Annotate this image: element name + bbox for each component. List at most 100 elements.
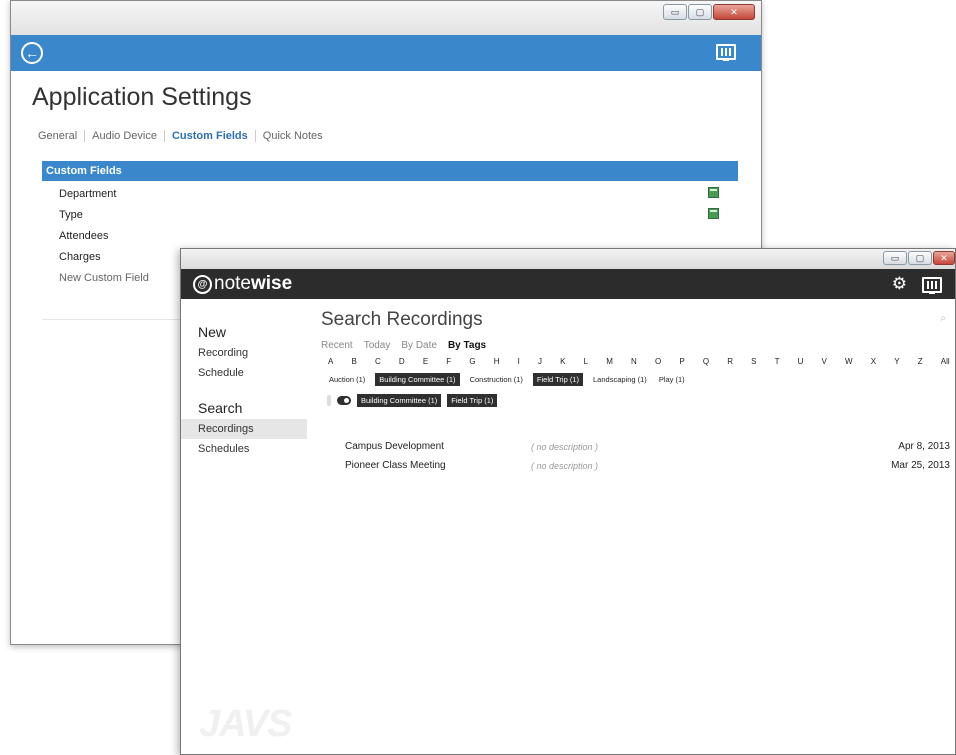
result-name: Campus Development <box>345 441 444 452</box>
app-header: @ notewise ⚙ <box>181 269 955 299</box>
field-row-type[interactable]: Type <box>59 208 739 229</box>
letter-filter-t[interactable]: T <box>775 357 780 366</box>
maximize-button[interactable]: ▢ <box>908 251 932 265</box>
letter-filter-s[interactable]: S <box>751 357 756 366</box>
tab-quick-notes[interactable]: Quick Notes <box>263 130 330 142</box>
logo-text-suffix: wise <box>250 273 293 294</box>
tag-item[interactable]: Building Committee (1) <box>375 373 460 386</box>
letter-filter-k[interactable]: K <box>560 357 565 366</box>
spreadsheet-icon[interactable] <box>708 187 719 198</box>
result-row[interactable]: Campus Development ( no description ) Ap… <box>345 439 950 458</box>
letter-filter-n[interactable]: N <box>631 357 637 366</box>
letter-filter-r[interactable]: R <box>727 357 733 366</box>
sidebar-item-schedules[interactable]: Schedules <box>181 439 307 459</box>
letter-filter-h[interactable]: H <box>494 357 500 366</box>
result-row[interactable]: Pioneer Class Meeting ( no description )… <box>345 458 950 477</box>
letter-filter-a[interactable]: A <box>328 357 333 366</box>
notewise-logo: @ notewise <box>193 273 292 295</box>
field-row-department[interactable]: Department <box>59 187 739 208</box>
field-label: Attendees <box>59 230 109 242</box>
at-sign-icon: @ <box>193 275 212 294</box>
toggle-switch[interactable] <box>337 396 351 405</box>
page-title: Search Recordings <box>321 309 483 330</box>
tab-audio-device[interactable]: Audio Device <box>92 130 165 142</box>
tab-recent[interactable]: Recent <box>321 340 353 351</box>
letter-filter-j[interactable]: J <box>538 357 542 366</box>
tab-by-tags[interactable]: By Tags <box>448 340 486 351</box>
result-name: Pioneer Class Meeting <box>345 460 446 471</box>
letter-filter-i[interactable]: I <box>518 357 520 366</box>
letter-filter-q[interactable]: Q <box>703 357 709 366</box>
minimize-button[interactable]: ▭ <box>663 4 687 20</box>
result-date: Apr 8, 2013 <box>898 441 950 452</box>
tag-item[interactable]: Play (1) <box>657 373 687 386</box>
maximize-button[interactable]: ▢ <box>688 4 712 20</box>
tag-item[interactable]: Landscaping (1) <box>591 373 649 386</box>
tag-list: Auction (1) Building Committee (1) Constru… <box>327 373 687 386</box>
result-date: Mar 25, 2013 <box>891 460 950 471</box>
sidebar-item-recording[interactable]: Recording <box>181 343 307 363</box>
logo-text-prefix: note <box>214 273 251 294</box>
field-label: Charges <box>59 251 101 263</box>
settings-header-bar: ← <box>11 35 761 71</box>
minimize-button[interactable]: ▭ <box>883 251 907 265</box>
tab-by-date[interactable]: By Date <box>401 340 437 351</box>
tab-custom-fields[interactable]: Custom Fields <box>172 130 256 142</box>
letter-filter-p[interactable]: P <box>679 357 684 366</box>
letter-filter-w[interactable]: W <box>845 357 853 366</box>
letter-filter-c[interactable]: C <box>375 357 381 366</box>
sidebar-item-recordings[interactable]: Recordings <box>181 419 307 439</box>
close-button[interactable]: ✕ <box>933 251 955 265</box>
filter-tabs: Recent Today By Date By Tags <box>321 340 486 351</box>
letter-filter-x[interactable]: X <box>871 357 876 366</box>
notewise-window: ▭ ▢ ✕ @ notewise ⚙ New Recording Schedule… <box>180 248 956 755</box>
tab-today[interactable]: Today <box>364 340 391 351</box>
letter-filter-y[interactable]: Y <box>894 357 899 366</box>
back-arrow-icon[interactable]: ← <box>21 42 43 64</box>
field-label: Department <box>59 188 117 200</box>
tag-item[interactable]: Construction (1) <box>468 373 525 386</box>
window-controls: ▭ ▢ ✕ <box>662 4 755 20</box>
letter-filter-e[interactable]: E <box>423 357 428 366</box>
collapse-handle[interactable] <box>327 395 331 406</box>
settings-tabs: General Audio Device Custom Fields Quick… <box>38 130 337 142</box>
window-titlebar: ▭ ▢ ✕ <box>11 1 761 35</box>
letter-filter-o[interactable]: O <box>655 357 661 366</box>
result-description: ( no description ) <box>531 461 599 471</box>
active-tag-filters: Building Committee (1) Field Trip (1) <box>327 394 498 407</box>
letter-filter-all[interactable]: All <box>941 357 950 366</box>
letter-filter-f[interactable]: F <box>446 357 451 366</box>
letter-filter-d[interactable]: D <box>399 357 405 366</box>
letter-filter-z[interactable]: Z <box>918 357 923 366</box>
window-titlebar: ▭ ▢ ✕ <box>181 249 955 269</box>
close-button[interactable]: ✕ <box>713 4 755 20</box>
active-tag-chip[interactable]: Field Trip (1) <box>447 394 498 407</box>
gear-icon[interactable]: ⚙ <box>892 275 907 293</box>
sidebar-item-schedule[interactable]: Schedule <box>181 363 307 383</box>
divider <box>42 319 192 320</box>
tab-general[interactable]: General <box>38 130 86 142</box>
letter-filter-l[interactable]: L <box>584 357 588 366</box>
alphabet-filter: A B C D E F G H I J K L M N O P Q R S T U V W X Y Z All <box>328 357 950 366</box>
sidebar: New Recording Schedule Search Recordings… <box>181 321 307 459</box>
letter-filter-g[interactable]: G <box>469 357 475 366</box>
search-icon[interactable]: ⌕ <box>940 313 946 324</box>
field-row-attendees[interactable]: Attendees <box>59 229 739 250</box>
result-description: ( no description ) <box>531 442 599 452</box>
sidebar-heading-new: New <box>198 324 227 340</box>
spreadsheet-icon[interactable] <box>708 208 719 219</box>
results-list: Campus Development ( no description ) Ap… <box>345 439 950 477</box>
javs-watermark: JAVS <box>199 703 292 745</box>
tag-item[interactable]: Auction (1) <box>327 373 367 386</box>
custom-fields-header: Custom Fields <box>42 161 738 181</box>
active-tag-chip[interactable]: Building Committee (1) <box>357 394 442 407</box>
window-controls: ▭ ▢ ✕ <box>882 251 955 265</box>
letter-filter-m[interactable]: M <box>606 357 613 366</box>
letter-filter-u[interactable]: U <box>798 357 804 366</box>
letter-filter-v[interactable]: V <box>822 357 827 366</box>
display-mode-icon[interactable] <box>716 44 736 61</box>
sidebar-heading-search: Search <box>198 400 243 416</box>
letter-filter-b[interactable]: B <box>351 357 356 366</box>
display-mode-icon[interactable] <box>922 277 942 294</box>
tag-item[interactable]: Field Trip (1) <box>532 373 584 386</box>
